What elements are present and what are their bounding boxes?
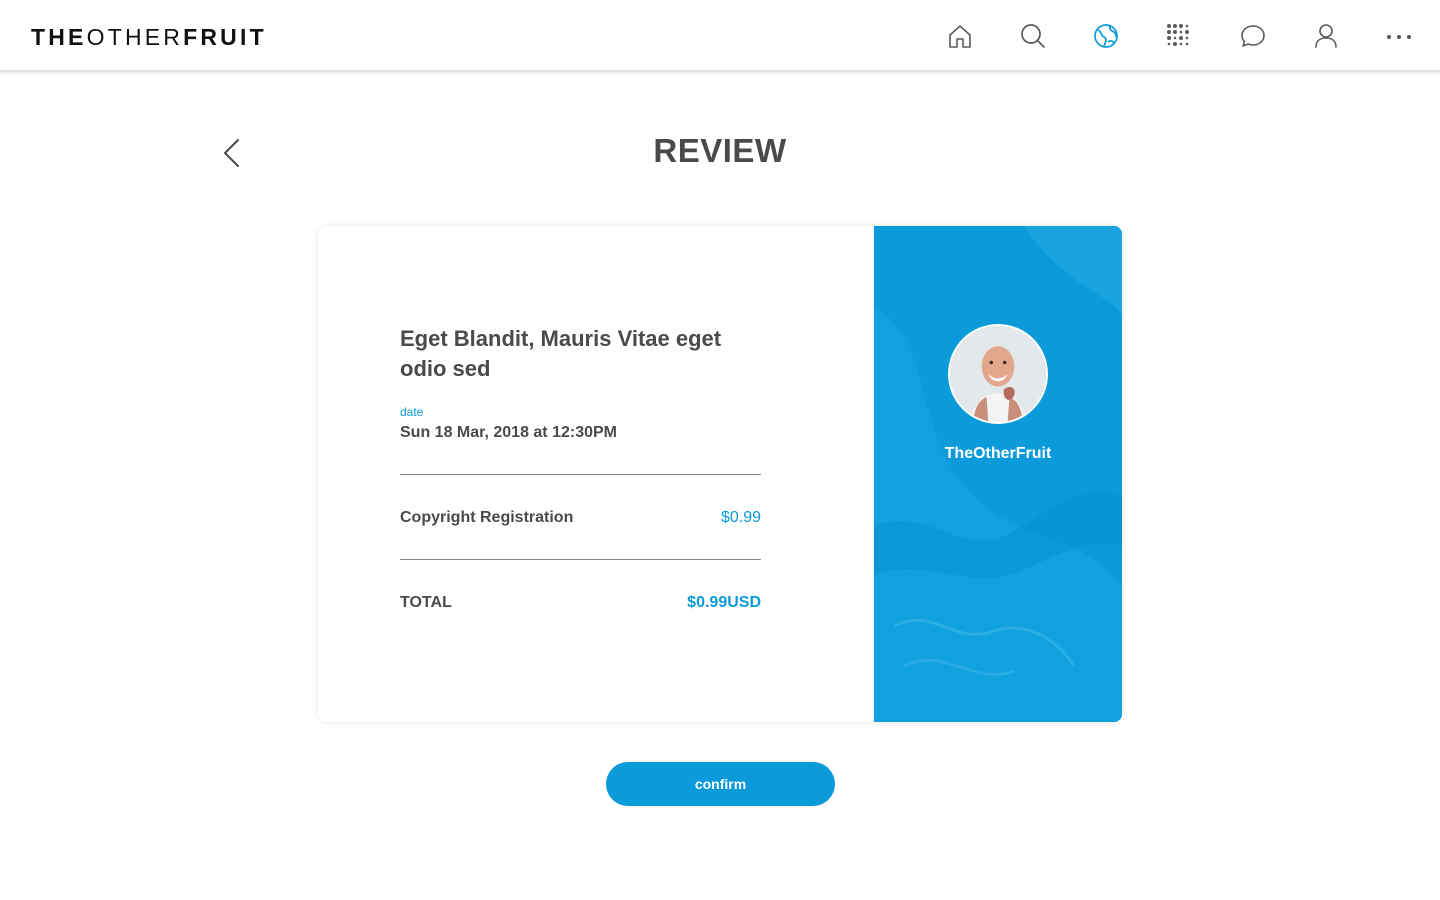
order-summary: Eget Blandit, Mauris Vitae eget odio sed… [318, 226, 874, 722]
background-image [874, 226, 1122, 722]
divider [400, 474, 761, 475]
date-label: date [400, 405, 424, 419]
chat-icon[interactable] [1239, 22, 1267, 50]
home-icon[interactable] [946, 22, 974, 50]
apps-grid-icon[interactable] [1165, 22, 1193, 50]
review-card: Eget Blandit, Mauris Vitae eget odio sed… [318, 226, 1122, 722]
profile-panel: TheOtherFruit [874, 226, 1122, 722]
total-value: $0.99USD [687, 594, 761, 611]
date-value: Sun 18 Mar, 2018 at 12:30PM [400, 424, 617, 441]
confirm-button[interactable]: confirm [606, 762, 835, 806]
logo[interactable]: THEOTHERFRUIT [31, 24, 267, 50]
avatar [948, 324, 1048, 424]
top-navigation-bar: THEOTHERFRUIT [0, 0, 1440, 71]
logo-part-the: THE [31, 24, 87, 50]
profile-icon[interactable] [1312, 22, 1340, 50]
globe-icon[interactable] [1092, 22, 1120, 50]
divider [400, 559, 761, 560]
more-icon[interactable] [1385, 22, 1413, 50]
line-item-label: Copyright Registration [400, 509, 574, 526]
line-item-price: $0.99 [720, 509, 761, 526]
logo-part-other: OTHER [86, 24, 184, 50]
page-title: REVIEW [653, 132, 787, 169]
profile-name[interactable]: TheOtherFruit [874, 445, 1122, 463]
search-icon[interactable] [1019, 22, 1047, 50]
total-label: TOTAL [400, 594, 452, 611]
item-title: Eget Blandit, Mauris Vitae eget odio sed [400, 326, 722, 381]
logo-part-fruit: FRUIT [183, 24, 267, 50]
